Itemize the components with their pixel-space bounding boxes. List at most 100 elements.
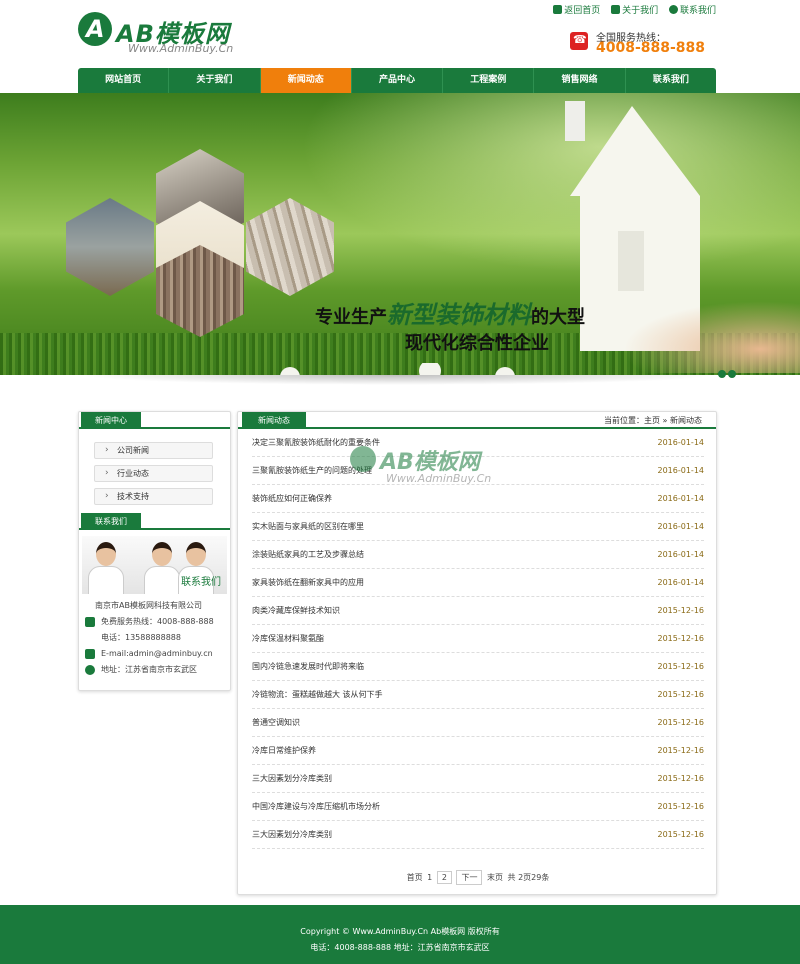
logo-url: Www.AdminBuy.Cn [128,42,234,55]
news-category-box: 新闻中心 公司新闻 行业动态 技术支持 联系我们 联系我们 南京市AB模板网科技… [78,411,231,691]
news-date: 2016-01-14 [657,550,705,559]
news-date: 2015-12-16 [657,606,705,615]
nav-item-cases[interactable]: 工程案例 [443,68,535,93]
contact-image-text: 联系我们 [181,577,221,588]
slider-dot[interactable] [718,370,726,378]
category-item[interactable]: 公司新闻 [94,442,213,459]
top-link-about[interactable]: 关于我们 [611,5,658,16]
user-icon [611,5,621,14]
news-title[interactable]: 装饰纸应如何正确保养 [252,485,332,513]
pager-next[interactable]: 下一 [456,870,483,885]
customer-service-image: 联系我们 [82,536,227,594]
news-date: 2016-01-14 [657,438,705,447]
pagination: 首页 1 2 下一 末页 共 2页29条 [238,870,718,885]
watermark-logo-icon [350,446,376,472]
news-category-title: 新闻中心 [81,412,141,429]
news-date: 2015-12-16 [657,662,705,671]
news-date: 2015-12-16 [657,746,705,755]
nav-item-network[interactable]: 销售网络 [534,68,626,93]
mail-icon [85,649,95,659]
category-item[interactable]: 行业动态 [94,465,213,482]
hand-image [600,293,800,373]
news-row[interactable]: 中国冷库建设与冷库压缩机市场分析 2015-12-16 [252,793,704,821]
news-title[interactable]: 冷库保温材料聚氨酯 [252,625,324,653]
category-item[interactable]: 技术支持 [94,488,213,505]
main-nav: 网站首页 关于我们 新闻动态 产品中心 工程案例 销售网络 联系我们 [78,68,716,93]
tel: 电话：13588888888 [101,633,181,642]
news-row[interactable]: 冷库日常维护保养 2015-12-16 [252,737,704,765]
nav-item-about[interactable]: 关于我们 [169,68,261,93]
nav-item-news[interactable]: 新闻动态 [260,68,352,93]
news-title[interactable]: 国内冷链急速发展时代即将来临 [252,653,364,681]
footer: Copyright © Www.AdminBuy.Cn Ab模板网 版权所有 电… [0,905,800,964]
news-row[interactable]: 三大因素划分冷库类别 2015-12-16 [252,765,704,793]
news-title[interactable]: 肉类冷藏库保鲜技术知识 [252,597,340,625]
hex-image-roll [66,198,154,296]
news-title[interactable]: 冷链物流：蛋糕越做越大 该从何下手 [252,681,383,709]
news-row[interactable]: 三大因素划分冷库类别 2015-12-16 [252,821,704,849]
slider-dots [716,363,736,382]
news-date: 2015-12-16 [657,690,705,699]
sidebar: 新闻中心 公司新闻 行业动态 技术支持 联系我们 联系我们 南京市AB模板网科技… [78,411,231,691]
news-date: 2015-12-16 [657,802,705,811]
news-title[interactable]: 实木贴面与家具纸的区别在哪里 [252,513,364,541]
news-row[interactable]: 家具装饰纸在翻新家具中的应用 2016-01-14 [252,569,704,597]
news-title[interactable]: 普通空调知识 [252,709,300,737]
news-row[interactable]: 普通空调知识 2015-12-16 [252,709,704,737]
nav-item-contact[interactable]: 联系我们 [626,68,716,93]
news-row[interactable]: 涂装贴纸家具的工艺及步骤总结 2016-01-14 [252,541,704,569]
contact-info: 南京市AB模板网科技有限公司 免费服务热线：4008-888-888 电话：13… [79,594,230,684]
pager-page-2[interactable]: 2 [436,871,452,884]
pager-last[interactable]: 末页 [487,872,503,883]
news-date: 2016-01-14 [657,522,705,531]
news-list-title: 新闻动态 [242,412,306,429]
nav-item-products[interactable]: 产品中心 [352,68,444,93]
news-title[interactable]: 涂装贴纸家具的工艺及步骤总结 [252,541,364,569]
logo-mark-icon: A [78,12,112,46]
phone-icon [570,32,588,50]
phone-icon [85,617,95,627]
nav-item-home[interactable]: 网站首页 [78,68,170,93]
news-date: 2016-01-14 [657,466,705,475]
email: E-mail:admin@adminbuy.cn [85,646,230,662]
top-link-home[interactable]: 返回首页 [553,5,600,16]
banner: 专业生产新型装饰材料的大型 现代化综合性企业 [0,93,800,375]
footer-contact: 电话：4008-888-888 地址：江苏省南京市玄武区 [310,943,490,952]
news-list: 决定三聚氰胺装饰纸耐化的重要条件 2016-01-14 三聚氰胺装饰纸生产的问题的处… [238,429,716,849]
news-row[interactable]: 冷链物流：蛋糕越做越大 该从何下手 2015-12-16 [252,681,704,709]
news-title[interactable]: 三大因素划分冷库类别 [252,821,332,849]
company-name: 南京市AB模板网科技有限公司 [95,601,202,610]
location-pin-icon [85,665,95,675]
address: 地址：江苏省南京市玄武区 [85,662,230,678]
top-links: 返回首页 关于我们 联系我们 [545,3,716,16]
news-title[interactable]: 家具装饰纸在翻新家具中的应用 [252,569,364,597]
contact-box-title: 联系我们 [81,513,141,530]
site-logo[interactable]: A AB模板网 Www.AdminBuy.Cn [78,12,248,58]
news-date: 2016-01-14 [657,578,705,587]
news-row[interactable]: 肉类冷藏库保鲜技术知识 2015-12-16 [252,597,704,625]
news-date: 2015-12-16 [657,718,705,727]
news-date: 2016-01-14 [657,494,705,503]
news-date: 2015-12-16 [657,830,705,839]
banner-slogan-line2: 现代化综合性企业 [405,333,549,354]
slider-dot[interactable] [728,370,736,378]
news-row[interactable]: 装饰纸应如何正确保养 2016-01-14 [252,485,704,513]
top-link-contact[interactable]: 联系我们 [668,5,716,16]
banner-slogan-line1: 专业生产新型装饰材料的大型 [315,300,585,329]
news-row[interactable]: 国内冷链急速发展时代即将来临 2015-12-16 [252,653,704,681]
pager-total: 共 2页29条 [507,873,550,882]
footer-copyright: Copyright © Www.AdminBuy.Cn Ab模板网 版权所有 [300,927,500,936]
pager-page-1: 1 [427,873,433,882]
pager-first[interactable]: 首页 [407,872,423,883]
news-row[interactable]: 实木贴面与家具纸的区别在哪里 2016-01-14 [252,513,704,541]
news-title[interactable]: 三大因素划分冷库类别 [252,765,332,793]
news-date: 2015-12-16 [657,634,705,643]
news-row[interactable]: 冷库保温材料聚氨酯 2015-12-16 [252,625,704,653]
news-title[interactable]: 冷库日常维护保养 [252,737,316,765]
news-title[interactable]: 中国冷库建设与冷库压缩机市场分析 [252,793,380,821]
paper-family-image [280,363,515,375]
news-date: 2015-12-16 [657,774,705,783]
breadcrumb: 当前位置：主页 » 新闻动态 [604,416,702,425]
hotline-number: 4008-888-888 [596,40,706,56]
free-hotline: 免费服务热线：4008-888-888 [85,614,230,630]
